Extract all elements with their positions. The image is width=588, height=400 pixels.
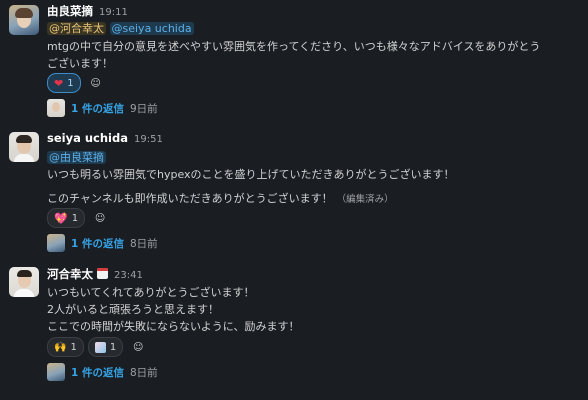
edited-label: （編集済み） <box>336 194 394 205</box>
heart-icon: ❤ <box>54 76 64 90</box>
add-emoji-icon: ☺ <box>94 212 106 224</box>
reply-count-link[interactable]: 1 件の返信 <box>71 365 124 380</box>
add-reaction-button[interactable]: ☺ <box>89 208 111 228</box>
avatar[interactable] <box>9 132 39 162</box>
reactions: 💖 1 ☺ <box>47 208 111 228</box>
reactions: 🙌 1 1 ☺ <box>47 337 149 357</box>
sticker-icon <box>94 341 106 353</box>
avatar[interactable] <box>9 5 39 35</box>
add-emoji-icon: ☺ <box>90 77 101 89</box>
mention[interactable]: @由良菜摘 <box>47 151 106 164</box>
reactions: ❤ 1 ☺ <box>47 73 107 93</box>
reaction-button[interactable]: 1 <box>87 337 124 357</box>
reaction-count: 1 <box>109 341 117 353</box>
thread-replies[interactable]: 1 件の返信 9日前 <box>47 99 158 117</box>
reaction-count: 1 <box>71 212 79 224</box>
message-text: いつもいてくれてありがとうございます！ <box>47 286 255 299</box>
reaction-button[interactable]: 🙌 1 <box>47 337 84 357</box>
avatar <box>47 99 65 117</box>
author-name[interactable]: 由良菜摘 <box>47 4 93 18</box>
message-text: 2人がいると頑張ろうと思えます！ <box>47 303 219 316</box>
last-reply-time: 8日前 <box>129 366 158 379</box>
timestamp[interactable]: 19:51 <box>134 134 163 145</box>
mention[interactable]: @河合幸太 <box>47 22 106 35</box>
message-header: 河合幸太 23:41 <box>47 266 143 282</box>
sparkling-heart-icon: 💖 <box>54 211 68 225</box>
thread-replies[interactable]: 1 件の返信 8日前 <box>47 363 158 381</box>
reaction-button[interactable]: ❤ 1 <box>47 73 81 93</box>
message-text: いつも明るい雰囲気でhypexのことを盛り上げていただきありがとうございます！ <box>47 168 455 181</box>
author-name[interactable]: 河合幸太 <box>47 267 93 281</box>
message-mentions: @由良菜摘 <box>47 149 106 165</box>
avatar[interactable] <box>9 267 39 297</box>
add-emoji-icon: ☺ <box>132 341 144 353</box>
avatar <box>47 363 65 381</box>
message-header: 由良菜摘 19:11 <box>47 3 128 19</box>
reply-count-link[interactable]: 1 件の返信 <box>71 101 124 116</box>
add-reaction-button[interactable]: ☺ <box>85 73 107 93</box>
calendar-status-icon <box>97 268 108 279</box>
raised-hands-icon: 🙌 <box>54 341 67 353</box>
timestamp[interactable]: 23:41 <box>114 270 143 281</box>
message-header: seiya uchida 19:51 <box>47 131 163 145</box>
reply-count-link[interactable]: 1 件の返信 <box>71 236 124 251</box>
timestamp[interactable]: 19:11 <box>99 7 128 18</box>
message-text: ここでの時間が失敗にならないように、励みます！ <box>47 320 300 333</box>
reaction-count: 1 <box>67 77 74 89</box>
add-reaction-button[interactable]: ☺ <box>127 337 149 357</box>
message-text: このチャンネルも即作成いただきありがとうございます！ （編集済み） <box>47 192 394 205</box>
message-text: mtgの中で自分の意見を述べやすい雰囲気を作ってくださり、いつも様々なアドバイス… <box>47 40 541 53</box>
avatar <box>47 234 65 252</box>
message-mentions: @河合幸太 @seiya uchida <box>47 20 194 36</box>
message-text: ございます！ <box>47 57 113 70</box>
last-reply-time: 9日前 <box>129 102 158 115</box>
mention[interactable]: @seiya uchida <box>109 22 194 35</box>
author-name[interactable]: seiya uchida <box>47 131 128 145</box>
reaction-button[interactable]: 💖 1 <box>47 208 86 228</box>
reaction-count: 1 <box>70 341 77 353</box>
last-reply-time: 8日前 <box>129 237 158 250</box>
thread-replies[interactable]: 1 件の返信 8日前 <box>47 234 158 252</box>
